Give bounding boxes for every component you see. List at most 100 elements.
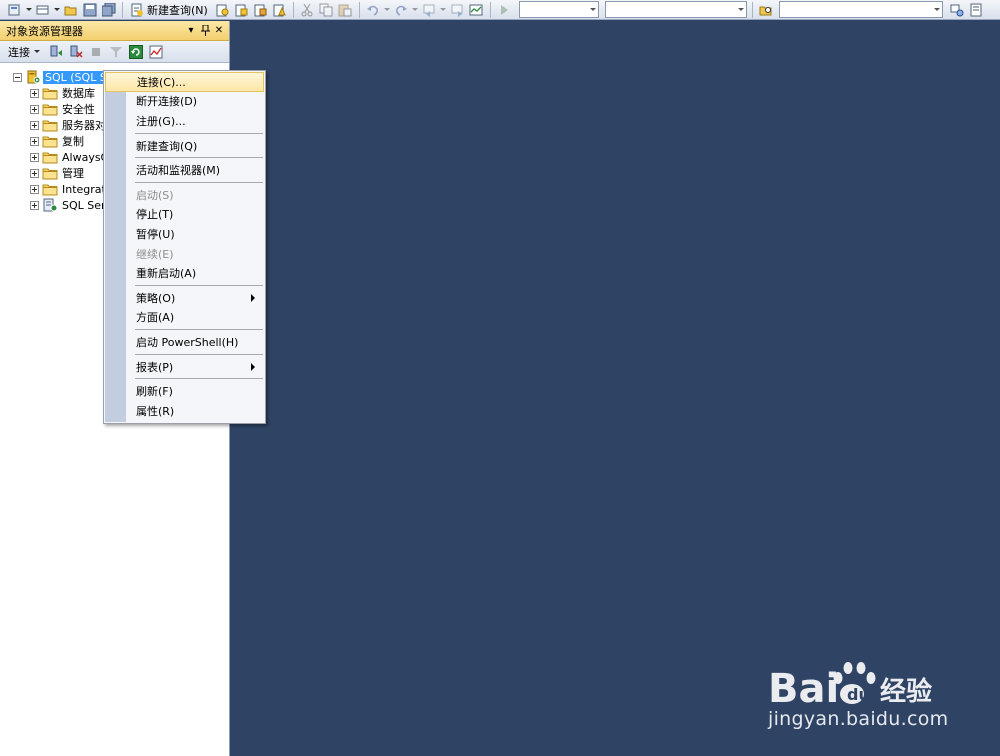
cut-icon[interactable] [299,2,316,18]
collapse-icon[interactable] [13,72,22,82]
menu-item-facets[interactable]: 方面(A) [105,308,264,328]
folder-icon [42,166,58,180]
folder-icon [42,102,58,116]
expand-icon[interactable] [30,136,39,146]
expand-icon[interactable] [30,120,39,130]
menu-item-label: 暂停(U) [136,227,175,241]
expand-icon[interactable] [30,104,39,114]
menu-item-pause[interactable]: 暂停(U) [105,224,264,244]
connect-object-explorer-icon[interactable] [47,44,64,60]
svg-text:Bai: Bai [768,666,839,710]
add-item-dropdown[interactable] [53,2,60,18]
expand-icon[interactable] [30,200,39,210]
navigate-forward-icon[interactable] [449,2,466,18]
connect-button[interactable]: 连接 [8,44,44,60]
server-icon [25,70,41,84]
add-item-icon[interactable] [34,2,51,18]
menu-item-reports[interactable]: 报表(P) [105,357,264,377]
folder-icon [42,150,58,164]
menu-item-label: 注册(G)... [136,114,186,128]
disconnect-icon[interactable] [67,44,84,60]
refresh-icon[interactable] [127,44,144,60]
folder-icon [42,118,58,132]
auto-hide-pin-icon[interactable] [199,25,211,37]
solution-configuration-combo[interactable] [518,1,599,18]
panel-title: 对象资源管理器 [6,24,83,38]
analysis-xmla-query-icon[interactable] [271,2,288,18]
activity-monitor-icon[interactable] [147,44,164,60]
menu-item-label: 断开连接(D) [136,95,198,109]
baidu-logo: Bai 经验 du [768,662,932,710]
save-icon[interactable] [81,2,98,18]
sql-agent-icon [42,198,58,212]
connect-label: 连接 [8,45,30,59]
tree-node-label: 管理 [62,167,84,180]
new-query-icon [131,3,143,16]
menu-item-properties[interactable]: 属性(R) [105,401,264,421]
menu-item-restart[interactable]: 重新启动(A) [105,263,264,283]
new-project-icon[interactable] [6,2,23,18]
close-icon[interactable]: ✕ [213,25,225,37]
toolbar-separator [358,1,360,18]
expand-icon[interactable] [30,152,39,162]
expand-icon[interactable] [30,168,39,178]
new-project-dropdown[interactable] [25,2,32,18]
tree-node-label: 复制 [62,135,84,148]
tree-node-label: 数据库 [62,87,95,100]
menu-item-new-query[interactable]: 新建查询(Q) [105,136,264,156]
toolbar-separator [489,1,491,18]
filter-icon[interactable] [107,44,124,60]
stop-icon[interactable] [87,44,104,60]
baidu-jingyan-watermark: Bai 经验 du jingyan.baidu.com [768,650,968,740]
menu-item-stop[interactable]: 停止(T) [105,205,264,225]
redo-icon[interactable] [393,2,410,18]
paste-icon[interactable] [337,2,354,18]
solution-explorer-icon[interactable] [949,2,966,18]
svg-text:经验: 经验 [880,676,932,707]
menu-item-disconnect[interactable]: 断开连接(D) [105,92,264,112]
analysis-dmx-query-icon[interactable] [252,2,269,18]
expand-icon[interactable] [30,184,39,194]
menu-item-label: 刷新(F) [136,385,173,399]
main-toolbar: 新建查询(N) [0,0,1000,20]
menu-item-label: 重新启动(A) [136,267,197,281]
menu-item-policies[interactable]: 策略(O) [105,288,264,308]
undo-icon[interactable] [365,2,382,18]
analysis-mdx-query-icon[interactable] [233,2,250,18]
menu-item-refresh[interactable]: 刷新(F) [105,381,264,401]
find-in-files-icon[interactable] [758,2,775,18]
expand-icon[interactable] [30,88,39,98]
menu-item-register[interactable]: 注册(G)... [105,111,264,131]
menu-item-connect[interactable]: 连接(C)... [105,72,264,92]
properties-window-icon[interactable] [968,2,985,18]
copy-icon[interactable] [318,2,335,18]
undo-dropdown[interactable] [384,2,391,18]
database-engine-query-icon[interactable] [214,2,231,18]
object-explorer-toolbar: 连接 [0,41,229,63]
window-position-icon[interactable]: ▾ [185,25,197,37]
save-all-icon[interactable] [100,2,117,18]
menu-item-label: 属性(R) [136,404,175,418]
folder-icon [42,134,58,148]
tree-node-label: SQL Ser [62,198,106,212]
redo-dropdown[interactable] [412,2,419,18]
new-query-button[interactable]: 新建查询(N) [128,1,212,19]
object-explorer-title-bar: 对象资源管理器 ▾ ✕ [0,21,229,41]
menu-item-start-powershell[interactable]: 启动 PowerShell(H) [105,332,264,352]
folder-icon [42,182,58,196]
tree-node-label: Integrat [62,182,106,196]
open-file-icon[interactable] [62,2,79,18]
execute-icon[interactable] [496,2,513,18]
menu-item-label: 策略(O) [136,291,176,305]
navigate-backward-dropdown[interactable] [440,2,447,18]
database-selector-combo[interactable] [604,1,747,18]
menu-item-activity-monitor[interactable]: 活动和监视器(M) [105,160,264,180]
activity-monitor-icon[interactable] [468,2,485,18]
menu-item-label: 连接(C)... [137,75,186,89]
find-combo[interactable] [778,1,943,18]
server-context-menu: 连接(C)... 断开连接(D) 注册(G)... 新建查询(Q) 活动和监视器… [103,70,266,424]
navigate-backward-icon[interactable] [421,2,438,18]
menu-item-label: 新建查询(Q) [136,139,198,153]
svg-text:du: du [847,685,870,704]
new-query-label: 新建查询(N) [147,3,208,17]
